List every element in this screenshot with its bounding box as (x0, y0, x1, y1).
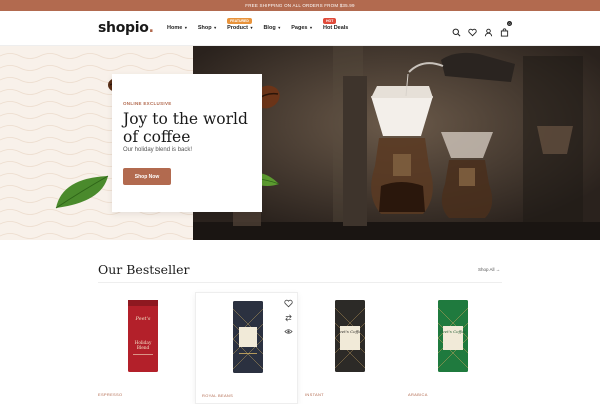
nav-shop[interactable]: Shop ▾ (198, 25, 216, 31)
heart-icon[interactable] (468, 24, 477, 37)
search-icon[interactable] (452, 24, 461, 37)
hero-subtitle: Our holiday blend is back! (123, 147, 193, 153)
chevron-down-icon: ▾ (278, 25, 281, 30)
coffee-bag-image: Peet's Coffee (437, 300, 469, 372)
hero-title: Joy to the world of coffee (123, 110, 248, 146)
cart-count-badge: 0 (507, 21, 512, 26)
svg-text:Peet's Coffee: Peet's Coffee (336, 329, 364, 334)
product-card[interactable]: Peet's Coffee ARABICA (408, 292, 511, 404)
hero-kicker: ONLINE EXCLUSIVE (123, 101, 172, 106)
promo-topbar: FREE SHIPPING ON ALL ORDERS FROM $35.99 (0, 0, 600, 11)
svg-text:Blend: Blend (137, 346, 150, 351)
site-header: shopio. Home ▾ Shop ▾ FEATURED Product ▾ … (0, 11, 600, 46)
header-icons: 0 (452, 21, 512, 37)
svg-text:Peet's: Peet's (134, 316, 150, 322)
chevron-down-icon: ▾ (214, 25, 217, 30)
product-card[interactable]: Peet's Holiday Blend ESPRESSO (98, 292, 201, 404)
section-divider (98, 282, 502, 283)
nav-product[interactable]: FEATURED Product ▾ (227, 18, 253, 31)
section-title: Our Bestseller (98, 262, 190, 277)
hero-promo-card: ONLINE EXCLUSIVE Joy to the world of cof… (112, 74, 262, 212)
featured-badge: FEATURED (227, 18, 252, 24)
product-category: ESPRESSO (98, 392, 123, 397)
coffee-bag-image: Peet's Holiday Blend (128, 300, 158, 372)
nav-hot-deals[interactable]: HOT Hot Deals (323, 18, 348, 31)
hero-banner (0, 46, 600, 240)
product-quick-actions (284, 299, 293, 336)
compare-icon[interactable] (284, 313, 293, 322)
product-category: INSTANT (305, 392, 324, 397)
product-category: ARABICA (408, 392, 428, 397)
cart-icon[interactable]: 0 (500, 21, 512, 37)
chevron-down-icon: ▾ (184, 25, 187, 30)
shop-now-button[interactable]: Shop Now (123, 168, 171, 185)
product-card[interactable]: ROYAL BEANS (195, 292, 298, 404)
nav-pages[interactable]: Pages ▾ (291, 25, 312, 31)
nav-home[interactable]: Home ▾ (167, 25, 187, 31)
coffee-bag-image: Peet's Coffee (334, 300, 366, 372)
hot-badge: HOT (323, 18, 337, 24)
svg-text:Peet's Coffee: Peet's Coffee (439, 329, 467, 334)
shop-all-link[interactable]: Shop All → (478, 267, 500, 272)
product-card[interactable]: Peet's Coffee INSTANT (305, 292, 408, 404)
user-icon[interactable] (484, 24, 493, 37)
heart-icon[interactable] (284, 299, 293, 308)
main-nav: Home ▾ Shop ▾ FEATURED Product ▾ Blog ▾ P… (167, 18, 359, 31)
site-logo[interactable]: shopio. (98, 20, 154, 36)
arrow-right-icon: → (495, 267, 501, 272)
promo-text: FREE SHIPPING ON ALL ORDERS FROM $35.99 (245, 3, 355, 8)
leaf-icon (55, 175, 109, 209)
chevron-down-icon: ▾ (250, 25, 253, 30)
product-category: ROYAL BEANS (202, 393, 234, 398)
chevron-down-icon: ▾ (309, 25, 312, 30)
nav-blog[interactable]: Blog ▾ (263, 25, 280, 31)
eye-icon[interactable] (284, 327, 293, 336)
coffee-bag-image (232, 301, 264, 373)
